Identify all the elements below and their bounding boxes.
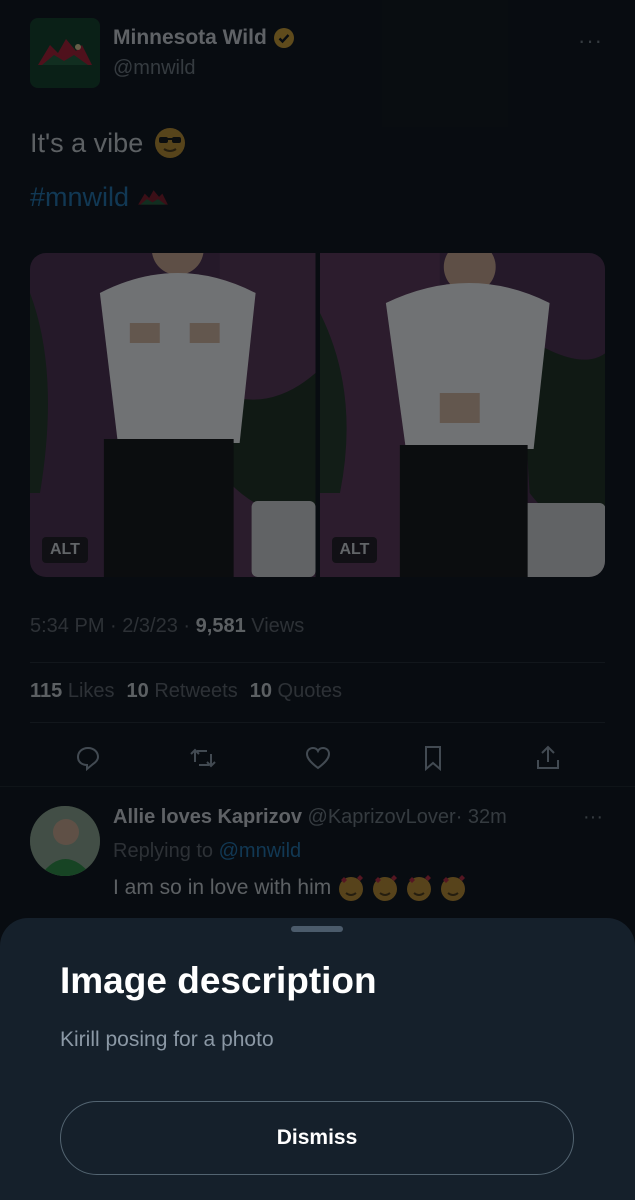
quotes-stat[interactable]: 10 Quotes <box>250 680 342 703</box>
tweet-timestamp: 5:34 PM · 2/3/23 · 9,581 Views <box>30 615 304 638</box>
likes-count: 115 <box>30 680 63 702</box>
verified-badge-icon <box>273 28 294 48</box>
views-count: 9,581 <box>195 615 246 637</box>
retweet-button[interactable] <box>189 744 217 772</box>
reply-icon <box>76 746 99 772</box>
media-photo-1[interactable]: ALT <box>30 253 316 577</box>
alt-badge-1[interactable]: ALT <box>42 537 88 563</box>
smiling-face-hearts-emoji-icon <box>373 875 398 901</box>
divider <box>0 786 635 787</box>
replying-to: Replying to @mnwild <box>113 840 301 863</box>
reply-text-content: I am so in love with him <box>113 876 332 899</box>
divider <box>30 662 605 663</box>
smiling-face-hearts-emoji-icon <box>441 875 466 901</box>
reply-author[interactable]: Allie loves Kaprizov @KaprizovLover· 32m <box>113 806 507 829</box>
reply-avatar[interactable] <box>30 806 100 876</box>
author-handle[interactable]: @mnwild <box>113 57 196 80</box>
quotes-count: 10 <box>249 680 272 702</box>
share-button[interactable] <box>534 744 562 772</box>
smiling-face-hearts-emoji-icon <box>407 875 432 901</box>
tweet-text: It's a vibe <box>30 126 187 160</box>
reply-avatar-image <box>30 806 100 876</box>
sheet-drag-handle[interactable] <box>291 926 343 932</box>
views-label: Views <box>245 615 305 637</box>
reply-time: · 32m <box>455 806 507 828</box>
share-icon <box>536 745 559 769</box>
sunglasses-emoji-icon <box>155 128 186 158</box>
timestamp-text: 5:34 PM · 2/3/23 · <box>30 615 196 637</box>
author-name[interactable]: Minnesota Wild <box>113 26 295 50</box>
image-description-sheet: Image description Kirill posing for a ph… <box>0 918 635 1200</box>
tweet-detail-page: Minnesota Wild @mnwild ··· It's a vibe #… <box>0 0 635 1200</box>
more-options-icon[interactable]: ··· <box>578 28 603 54</box>
media-photo-2[interactable]: ALT <box>319 253 605 577</box>
hashtag-link[interactable]: #mnwild <box>30 182 169 213</box>
like-icon <box>305 746 330 770</box>
reply-more-icon[interactable]: ··· <box>583 806 603 829</box>
likes-label: Likes <box>67 680 115 702</box>
retweet-icon <box>189 748 216 768</box>
sheet-title: Image description <box>60 960 377 1001</box>
media-grid: ALT ALT <box>30 253 605 577</box>
likes-stat[interactable]: 115 Likes <box>30 680 115 703</box>
retweets-stat[interactable]: 10 Retweets <box>127 680 238 703</box>
author-name-text: Minnesota Wild <box>113 26 267 49</box>
wild-logo-icon <box>38 39 92 65</box>
reply-button[interactable] <box>74 744 102 772</box>
photo-2-image <box>319 253 605 577</box>
like-button[interactable] <box>304 744 332 772</box>
retweets-label: Retweets <box>154 680 238 702</box>
dismiss-button[interactable]: Dismiss <box>60 1101 574 1175</box>
image-description-text: Kirill posing for a photo <box>60 1028 274 1051</box>
alt-badge-2[interactable]: ALT <box>331 537 378 563</box>
author-avatar[interactable] <box>30 18 100 88</box>
reply-text: I am so in love with him <box>113 874 467 902</box>
quotes-label: Quotes <box>277 680 343 702</box>
wild-hashflag-icon <box>138 189 168 205</box>
tweet-text-content: It's a vibe <box>30 127 144 158</box>
retweets-count: 10 <box>126 680 149 702</box>
photo-1-image <box>30 253 316 577</box>
reply-author-handle: @KaprizovLover <box>307 806 456 828</box>
bookmark-icon <box>424 746 441 772</box>
divider <box>30 722 605 723</box>
bookmark-button[interactable] <box>419 744 447 772</box>
tweet-actions <box>30 738 605 778</box>
reply-author-name: Allie loves Kaprizov <box>113 806 302 828</box>
hashtag-text: #mnwild <box>30 182 130 212</box>
replying-handle-link[interactable]: @mnwild <box>219 840 302 862</box>
replying-prefix: Replying to <box>113 840 219 862</box>
smiling-face-hearts-emoji-icon <box>339 875 364 901</box>
engagement-stats: 115 Likes 10 Retweets 10 Quotes <box>30 680 342 703</box>
